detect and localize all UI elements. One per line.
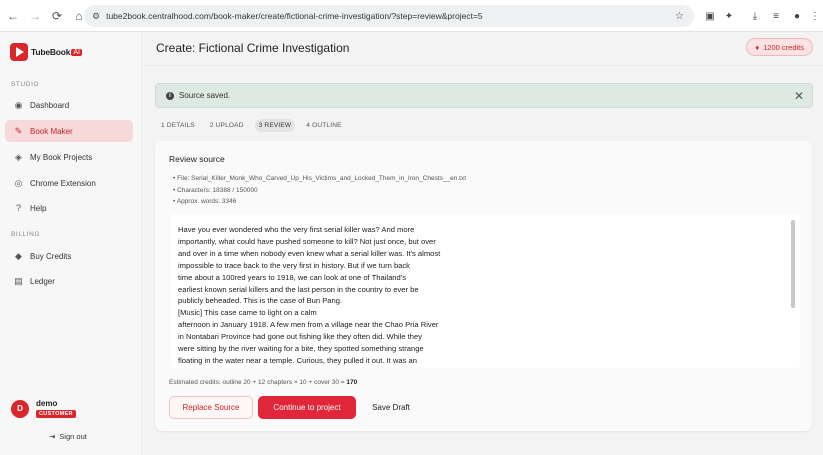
- user-name: demo: [36, 399, 58, 408]
- sidebar-item-label: Dashboard: [30, 100, 70, 110]
- sidebar-item-label: Book Maker: [30, 126, 73, 136]
- url-text: tube2book.centralhood.com/book-maker/cre…: [106, 11, 483, 21]
- transcript-textarea[interactable]: Have you ever wondered who the very firs…: [171, 214, 800, 368]
- menu-icon[interactable]: ⋮: [808, 9, 822, 23]
- review-title: Review source: [169, 154, 225, 164]
- logo-badge: AI: [71, 48, 82, 56]
- stepper: 1 DETAILS 2 UPLOAD 3 REVIEW 4 OUTLINE: [157, 119, 353, 132]
- save-draft-button[interactable]: Save Draft: [361, 396, 421, 419]
- success-toast: i Source saved. ✕: [155, 83, 813, 108]
- source-meta: File: Serial_Killer_Monk_Who_Carved_Up_H…: [177, 173, 466, 208]
- user-profile[interactable]: D demo CUSTOMER: [11, 399, 76, 418]
- puzzle-icon[interactable]: ✦: [722, 9, 736, 23]
- sidebar-item-chrome-extension[interactable]: ◎ Chrome Extension: [5, 172, 133, 194]
- sidebar-item-book-maker[interactable]: ✎ Book Maker: [5, 120, 133, 142]
- browser-toolbar: ← → ⟳ ⌂ ⚙ tube2book.centralhood.com/book…: [0, 0, 823, 32]
- sidebar-item-label: My Book Projects: [30, 152, 93, 162]
- logo-text: TubeBook: [31, 47, 71, 57]
- credits-label: 1200 credits: [763, 42, 804, 52]
- sign-out-icon: ⇥: [49, 432, 56, 441]
- sidebar-item-dashboard[interactable]: ◉ Dashboard: [5, 94, 133, 116]
- continue-to-project-button[interactable]: Continue to project: [258, 396, 356, 419]
- toast-message: Source saved.: [179, 91, 231, 100]
- source-characters: Characters: 18388 / 150000: [177, 185, 466, 197]
- user-role-badge: CUSTOMER: [36, 410, 76, 418]
- sidebar-item-label: Ledger: [30, 276, 55, 286]
- forward-icon[interactable]: →: [26, 7, 44, 25]
- credits-badge[interactable]: ♦ 1200 credits: [746, 38, 813, 56]
- sign-out-button[interactable]: ⇥ Sign out: [49, 432, 87, 441]
- estimate-total: 170: [346, 379, 358, 386]
- step-details[interactable]: 1 DETAILS: [157, 119, 199, 132]
- ledger-icon: ▤: [14, 275, 23, 286]
- back-icon[interactable]: ←: [4, 7, 22, 25]
- sidebar-item-buy-credits[interactable]: ◆ Buy Credits: [5, 245, 133, 267]
- sidebar-item-my-book-projects[interactable]: ◈ My Book Projects: [5, 146, 133, 168]
- step-review[interactable]: 3 REVIEW: [254, 119, 296, 132]
- transcript-text: Have you ever wondered who the very firs…: [178, 225, 441, 365]
- media-icon[interactable]: ≡: [769, 9, 783, 23]
- step-upload[interactable]: 2 UPLOAD: [206, 119, 248, 132]
- sidebar-item-help[interactable]: ? Help: [5, 197, 133, 219]
- sidebar-item-label: Buy Credits: [30, 251, 72, 261]
- source-file: File: Serial_Killer_Monk_Who_Carved_Up_H…: [177, 173, 466, 185]
- gem-icon: ♦: [755, 42, 760, 52]
- logo[interactable]: TubeBook AI: [10, 43, 82, 61]
- chrome-icon: ◎: [14, 177, 23, 188]
- bookmark-star-icon[interactable]: ☆: [675, 11, 684, 22]
- profile-icon[interactable]: ●: [790, 9, 804, 23]
- step-outline[interactable]: 4 OUTLINE: [302, 119, 345, 132]
- main-content: Create: Fictional Crime Investigation ♦ …: [143, 32, 823, 455]
- replace-source-button[interactable]: Replace Source: [169, 396, 253, 419]
- header-divider: [143, 65, 823, 66]
- address-bar[interactable]: ⚙ tube2book.centralhood.com/book-maker/c…: [84, 5, 694, 27]
- dashboard-icon: ◉: [14, 99, 23, 110]
- page-title: Create: Fictional Crime Investigation: [156, 41, 350, 55]
- help-icon: ?: [15, 203, 21, 213]
- credit-estimate: Estimated credits: outline 20 + 12 chapt…: [169, 379, 357, 386]
- avatar: D: [11, 399, 29, 418]
- sidebar: TubeBook AI STUDIO ◉ Dashboard ✎ Book Ma…: [0, 32, 142, 455]
- studio-section-label: STUDIO: [11, 81, 40, 88]
- gem-icon: ◆: [15, 250, 22, 261]
- estimate-prefix: Estimated credits: outline 20 + 12 chapt…: [169, 379, 345, 386]
- source-words: Approx. words: 3346: [177, 196, 466, 208]
- sidebar-item-label: Chrome Extension: [30, 178, 96, 188]
- review-card: Review source File: Serial_Killer_Monk_W…: [155, 141, 812, 431]
- reload-icon[interactable]: ⟳: [48, 7, 66, 25]
- scrollbar-thumb[interactable]: [791, 220, 795, 308]
- magic-wand-icon: ✎: [14, 125, 23, 136]
- sign-out-label: Sign out: [59, 432, 87, 441]
- logo-play-icon: [10, 43, 28, 61]
- sidebar-item-label: Help: [30, 203, 47, 213]
- extension-icon[interactable]: ▣: [703, 9, 717, 23]
- action-bar: Replace Source Continue to project Save …: [169, 396, 426, 419]
- site-settings-icon[interactable]: ⚙: [92, 11, 100, 22]
- sidebar-item-ledger[interactable]: ▤ Ledger: [5, 270, 133, 292]
- info-icon: i: [166, 91, 174, 100]
- layers-icon: ◈: [15, 151, 22, 162]
- billing-section-label: BILLING: [11, 231, 41, 238]
- close-icon[interactable]: ✕: [794, 89, 804, 103]
- download-icon[interactable]: ⤓: [748, 9, 762, 23]
